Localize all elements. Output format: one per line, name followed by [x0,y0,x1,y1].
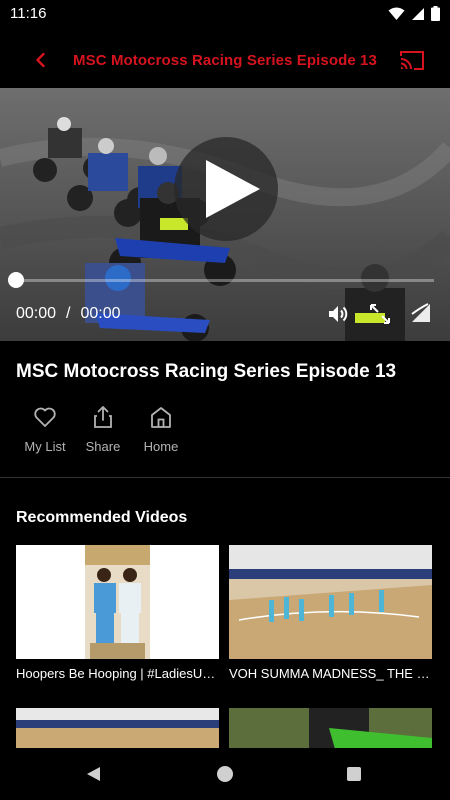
video-caption: VOH SUMMA MADNESS_ THE 84... [229,666,432,681]
section-divider [0,477,450,478]
recommended-heading: Recommended Videos [16,509,188,526]
video-player[interactable]: 00:00 / 00:00 [0,88,450,341]
wifi-icon [388,7,405,20]
fullscreen-icon [370,304,390,324]
app-bar-title: MSC Motocross Racing Series Episode 13 [73,52,377,69]
battery-icon [431,6,440,21]
video-title: MSC Motocross Racing Series Episode 13 [16,361,397,382]
share-button[interactable]: Share [74,404,132,454]
back-triangle-icon[interactable] [86,766,102,782]
recommended-card[interactable]: VOH SUMMA MADNESS_ THE 84... [229,545,432,681]
seek-thumb[interactable] [8,272,24,288]
status-time: 11:16 [10,5,47,22]
app-bar: MSC Motocross Racing Series Episode 13 [0,28,450,88]
my-list-label: My List [24,439,66,454]
pip-icon [411,303,430,322]
seek-bar[interactable] [16,279,434,282]
signal-icon [412,7,424,20]
heart-icon [34,407,56,427]
home-icon [151,407,171,428]
video-thumbnail [229,545,432,659]
fullscreen-button[interactable] [368,302,392,326]
pip-button[interactable] [408,300,434,326]
home-label: Home [143,439,179,454]
my-list-button[interactable]: My List [16,404,74,454]
share-icon [94,406,112,428]
home-button[interactable]: Home [132,404,190,454]
recents-square-icon[interactable] [347,767,361,781]
cast-icon [400,51,424,70]
current-time: 00:00 [16,305,57,322]
recommended-card[interactable]: Hoopers Be Hooping | #LadiesUnl... [16,545,219,681]
home-circle-icon[interactable] [217,766,233,782]
play-icon [206,160,260,218]
video-caption: Hoopers Be Hooping | #LadiesUnl... [16,666,219,681]
time-display: 00:00 / 00:00 [16,305,121,323]
volume-button[interactable] [326,302,350,326]
action-row: My List Share Home [16,404,190,454]
cast-button[interactable] [398,48,426,72]
share-label: Share [85,439,121,454]
status-icons [388,6,440,21]
system-nav-bar [0,748,450,800]
video-thumbnail [16,545,219,659]
time-separator: / [66,305,71,322]
status-bar: 11:16 [0,0,450,28]
duration: 00:00 [80,305,121,322]
volume-icon [329,306,348,322]
